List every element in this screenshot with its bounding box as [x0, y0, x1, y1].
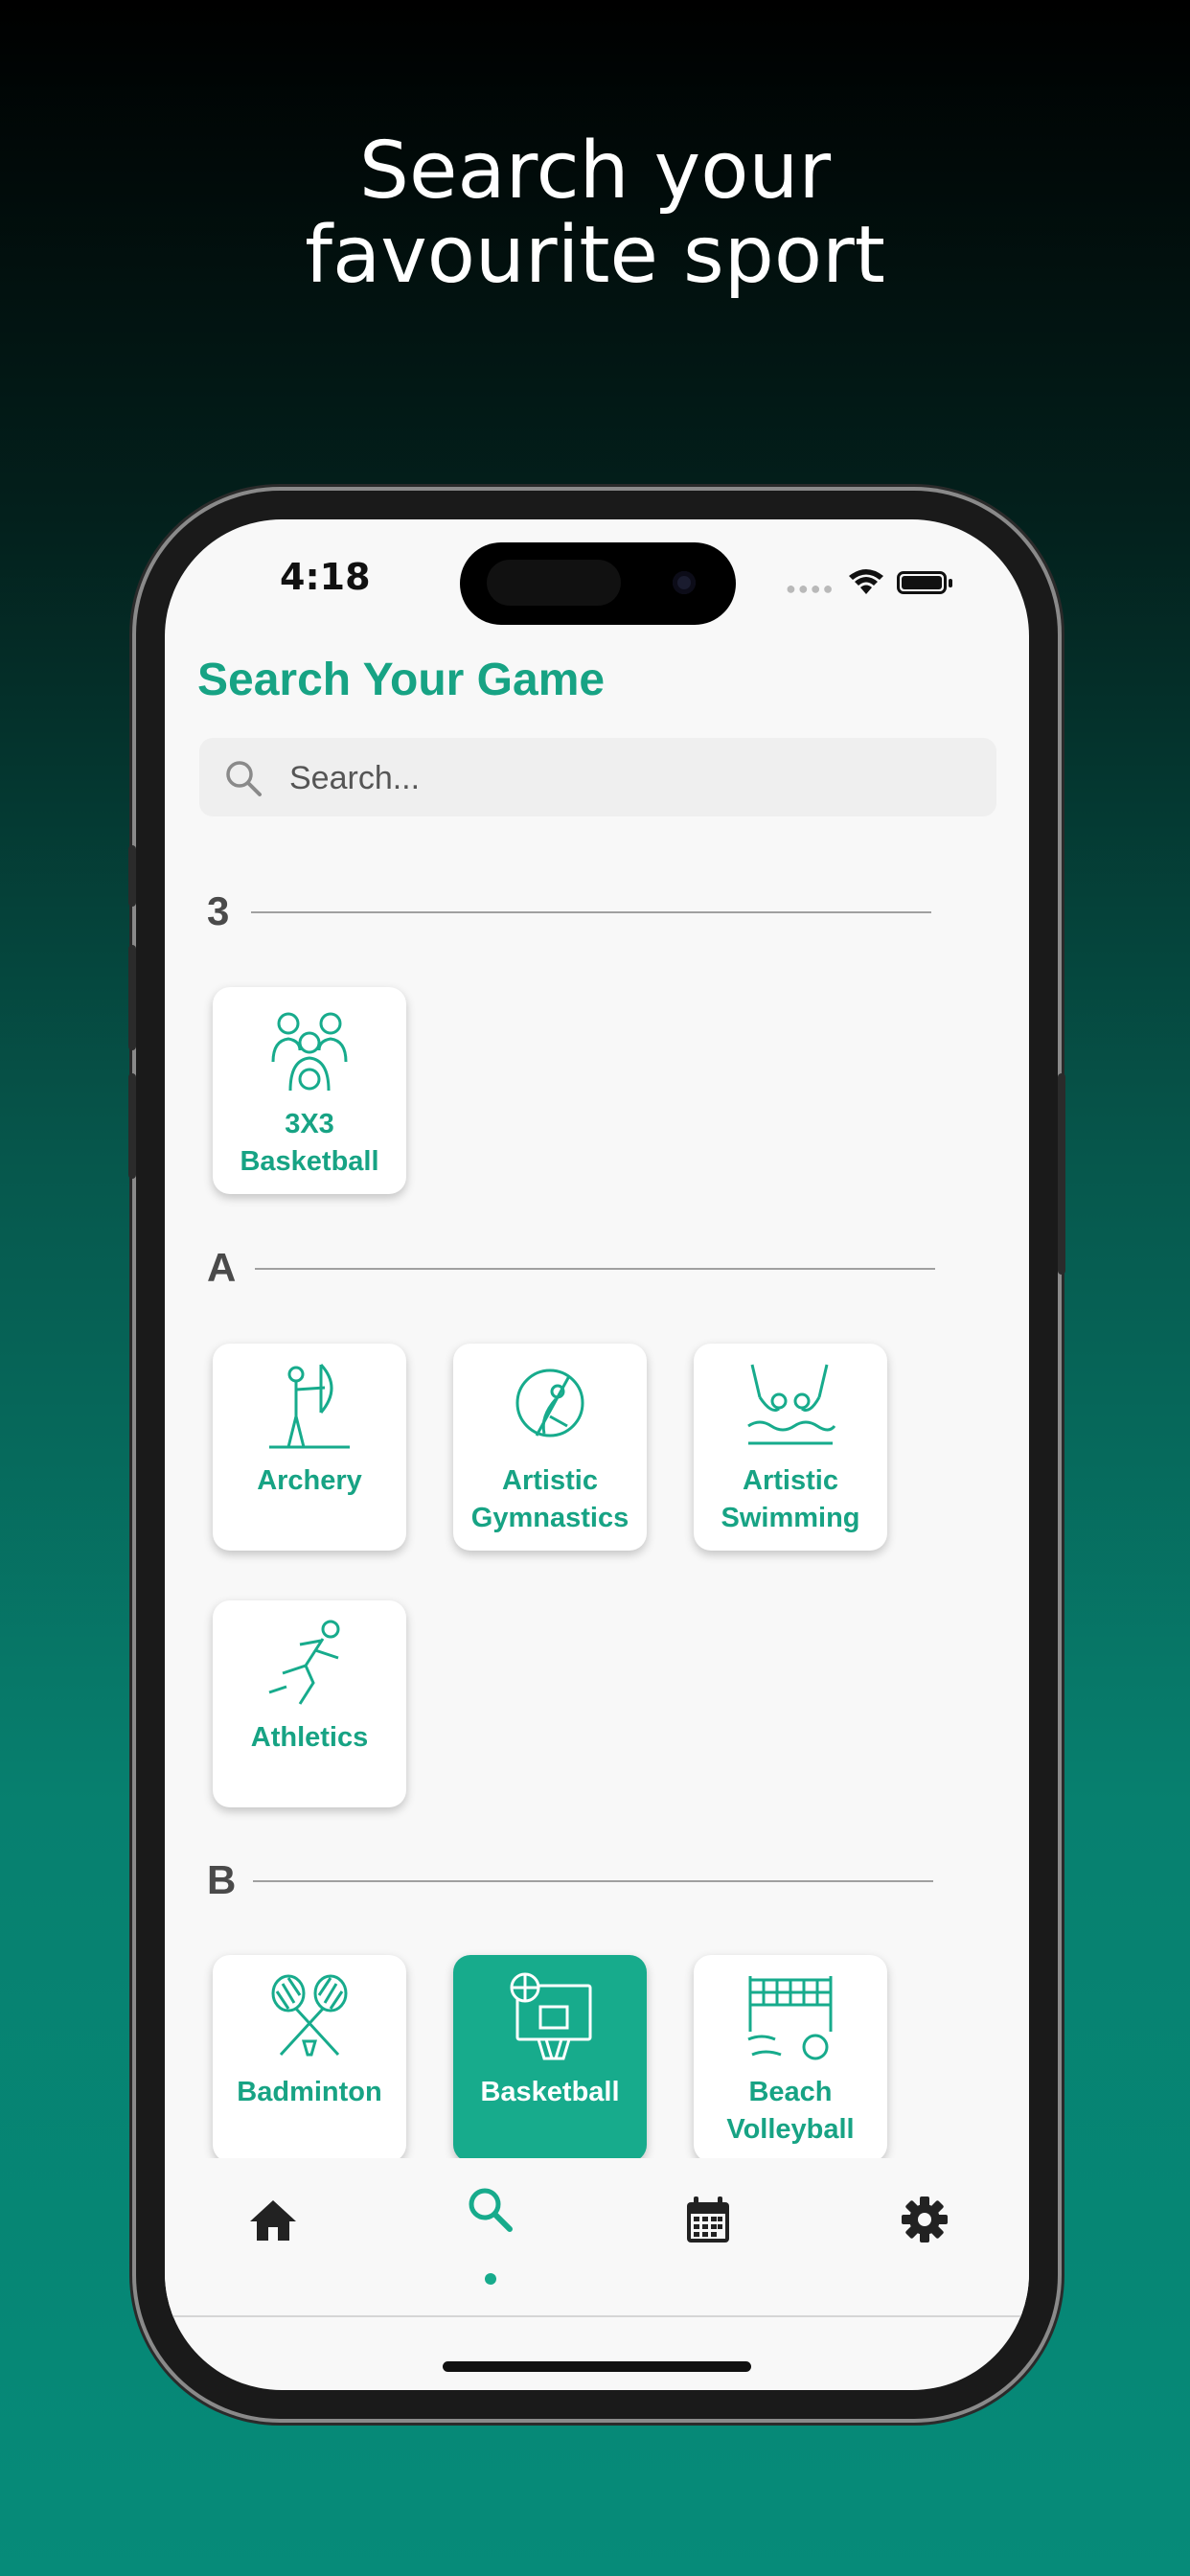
- section-divider: [251, 911, 931, 913]
- sport-card-beach-volleyball[interactable]: Beach Volleyball: [694, 1955, 887, 2162]
- volume-down-button: [128, 1073, 136, 1179]
- sport-label: Athletics: [213, 1719, 406, 1757]
- section-header-b: B: [203, 1857, 989, 1905]
- label-line-1: Archery: [257, 1465, 362, 1496]
- dynamic-island: [460, 542, 736, 625]
- artistic-gymnastics-icon: [515, 1368, 584, 1438]
- sport-label: Basketball: [453, 2074, 647, 2111]
- mute-switch: [128, 845, 136, 907]
- cellular-signal-icon: ●●●●: [786, 579, 835, 598]
- archery-icon: [269, 1363, 350, 1449]
- sport-card-artistic-gymnastics[interactable]: Artistic Gymnastics: [453, 1344, 647, 1551]
- wifi-icon: [849, 569, 883, 594]
- home-indicator[interactable]: [443, 2361, 751, 2372]
- search-input[interactable]: [287, 753, 962, 803]
- section-header-a: A: [203, 1245, 989, 1293]
- home-icon[interactable]: [244, 2191, 302, 2248]
- artistic-swimming-icon: [747, 1364, 836, 1445]
- sport-label: Artistic Gymnastics: [453, 1462, 647, 1537]
- sensor-housing: [487, 560, 621, 606]
- sport-label: 3X3 Basketball: [213, 1106, 406, 1181]
- settings-icon[interactable]: [896, 2191, 953, 2248]
- sport-card-3x3-basketball[interactable]: 3X3 Basketball: [213, 987, 406, 1194]
- label-line-1: Artistic: [502, 1465, 598, 1496]
- sport-label: Badminton: [213, 2074, 406, 2111]
- badminton-icon: [271, 1974, 348, 2057]
- power-button: [1058, 1073, 1065, 1275]
- page-title: Search Your Game: [197, 655, 606, 705]
- front-camera: [673, 571, 696, 594]
- battery-icon: [897, 571, 947, 594]
- sport-card-athletics[interactable]: Athletics: [213, 1600, 406, 1807]
- label-line-2: Swimming: [721, 1503, 860, 1533]
- section-letter: B: [207, 1857, 237, 1902]
- search-icon[interactable]: [462, 2181, 519, 2239]
- sport-label: Artistic Swimming: [694, 1462, 887, 1537]
- sport-label: Beach Volleyball: [694, 2074, 887, 2149]
- section-letter: 3: [207, 888, 230, 933]
- headline-line-1: Search your: [358, 126, 832, 217]
- athletics-icon: [268, 1620, 340, 1705]
- label-line-1: 3X3: [285, 1109, 334, 1139]
- active-tab-indicator: [485, 2273, 496, 2285]
- sport-label: Archery: [213, 1462, 406, 1500]
- label-line-1: Athletics: [250, 1722, 369, 1753]
- sport-card-archery[interactable]: Archery: [213, 1344, 406, 1551]
- search-bar[interactable]: [199, 738, 996, 816]
- battery-tip: [949, 579, 952, 587]
- volume-up-button: [128, 945, 136, 1050]
- phone-screen: 4:18 ●●●● Search Your Game 3: [165, 519, 1029, 2390]
- label-line-1: Beach: [748, 2077, 833, 2107]
- sport-card-basketball[interactable]: Basketball: [453, 1955, 647, 2162]
- headline-line-2: favourite sport: [305, 210, 885, 301]
- section-letter: A: [207, 1245, 237, 1290]
- basketball-icon: [510, 1972, 592, 2060]
- label-line-1: Basketball: [480, 2077, 620, 2107]
- section-header-3: 3: [203, 888, 989, 936]
- label-line-2: Volleyball: [726, 2114, 855, 2145]
- section-divider: [255, 1268, 935, 1270]
- status-time: 4:18: [280, 556, 371, 598]
- beach-volleyball-icon: [747, 1976, 833, 2060]
- section-divider: [253, 1880, 933, 1882]
- 3x3-basketball-icon: [271, 1012, 348, 1092]
- label-line-1: Badminton: [237, 2077, 382, 2107]
- label-line-2: Gymnastics: [470, 1503, 629, 1533]
- status-icons: ●●●●: [786, 565, 977, 598]
- marketing-headline: Search your favourite sport: [0, 129, 1190, 298]
- calendar-icon[interactable]: [679, 2191, 737, 2248]
- sport-card-artistic-swimming[interactable]: Artistic Swimming: [694, 1344, 887, 1551]
- sport-card-badminton[interactable]: Badminton: [213, 1955, 406, 2162]
- search-icon: [226, 761, 262, 796]
- bottom-navigation: [165, 2158, 1029, 2317]
- label-line-2: Basketball: [240, 1146, 379, 1177]
- label-line-1: Artistic: [743, 1465, 838, 1496]
